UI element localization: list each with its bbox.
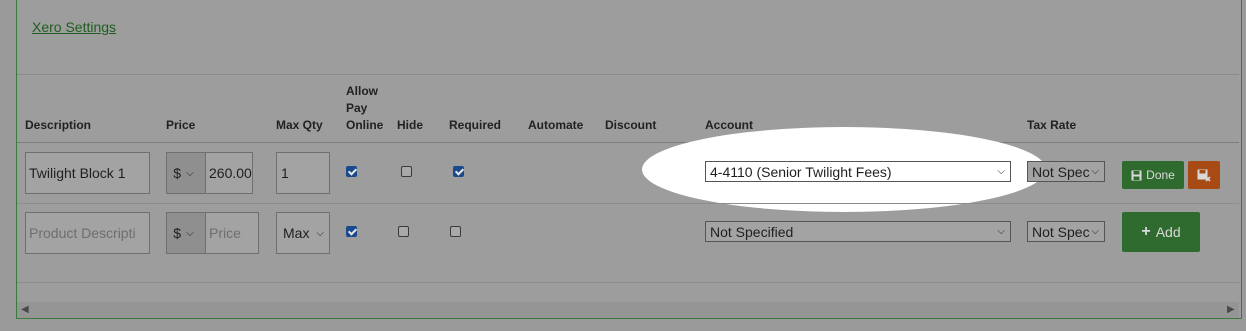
row2-currency-value: $ [173, 225, 182, 241]
header-automate: Automate [528, 118, 584, 132]
footer-divider [17, 282, 1239, 283]
row-divider [17, 203, 1239, 204]
row1-account-select[interactable]: 4-4110 (Senior Twilight Fees) ⌵ [705, 161, 1011, 182]
header-pay-line: Pay [346, 101, 368, 115]
row1-price-value: 260.00 [209, 165, 252, 181]
header-price: Price [166, 118, 196, 132]
row1-max-qty-input[interactable]: 1 [276, 152, 330, 194]
scroll-left-icon[interactable]: ◀ [21, 304, 29, 315]
row2-currency-select[interactable]: $ ⌵ [166, 212, 205, 254]
done-button[interactable]: Done [1122, 161, 1184, 189]
row2-tax-rate-value: Not Spec [1032, 223, 1090, 240]
row2-allow-pay-online-checkbox[interactable] [346, 226, 357, 237]
row1-allow-pay-online-checkbox[interactable] [346, 166, 357, 177]
header-divider [17, 142, 1239, 143]
row2-max-qty-value: Max [283, 225, 310, 241]
row1-account-value: 4-4110 (Senior Twilight Fees) [710, 163, 892, 180]
delete-row-button[interactable] [1188, 161, 1220, 189]
chevron-down-icon: ⌵ [1091, 226, 1099, 237]
chevron-down-icon: ⌵ [1091, 166, 1099, 177]
chevron-down-icon: ⌵ [316, 227, 324, 239]
row2-required-checkbox[interactable] [450, 226, 461, 237]
header-allow-line: Allow [346, 84, 378, 98]
add-label: Add [1155, 224, 1181, 240]
row1-currency-select[interactable]: $ ⌵ [166, 152, 205, 194]
chevron-down-icon: ⌵ [186, 167, 194, 179]
row1-tax-rate-value: Not Spec [1032, 163, 1090, 180]
row2-hide-checkbox[interactable] [398, 226, 409, 237]
row2-max-qty-select[interactable]: Max ⌵ [276, 212, 330, 254]
header-description: Description [25, 118, 92, 132]
done-label: Done [1146, 168, 1175, 182]
horizontal-scrollbar[interactable] [17, 302, 1239, 318]
row1-price-input[interactable]: 260.00 [205, 152, 253, 194]
header-discount: Discount [605, 118, 657, 132]
row2-price-placeholder: Price [209, 225, 241, 241]
header-tax-rate: Tax Rate [1027, 118, 1077, 132]
row1-hide-checkbox[interactable] [401, 166, 412, 177]
header-max-qty: Max Qty [276, 118, 323, 132]
row1-description-input[interactable]: Twilight Block 1 [25, 152, 150, 194]
row2-account-value: Not Specified [710, 223, 794, 240]
chevron-down-icon: ⌵ [997, 166, 1005, 177]
chevron-down-icon: ⌵ [997, 226, 1005, 237]
row1-tax-rate-select[interactable]: Not Spec ⌵ [1027, 161, 1105, 182]
add-button[interactable]: + Add [1122, 212, 1200, 252]
scroll-right-icon[interactable]: ▶ [1227, 304, 1235, 315]
row2-tax-rate-select[interactable]: Not Spec ⌵ [1027, 221, 1105, 242]
row1-required-checkbox[interactable] [453, 166, 464, 177]
row2-account-select[interactable]: Not Specified ⌵ [705, 221, 1011, 242]
row2-price-input[interactable]: Price [205, 212, 259, 254]
row1-description-value: Twilight Block 1 [29, 165, 126, 181]
plus-icon: + [1141, 223, 1151, 240]
row2-description-input[interactable]: Product Descripti [25, 212, 150, 254]
save-remove-icon [1197, 169, 1211, 182]
row1-currency-value: $ [173, 165, 182, 181]
header-allow-pay-online: Allow Pay Online [346, 83, 383, 134]
header-hide: Hide [397, 118, 424, 132]
row2-description-placeholder: Product Descripti [29, 225, 136, 241]
row1-max-qty-value: 1 [281, 165, 289, 181]
save-icon [1131, 170, 1142, 180]
chevron-down-icon: ⌵ [186, 227, 194, 239]
header-required: Required [449, 118, 502, 132]
header-online-line: Online [346, 118, 384, 132]
divider [17, 74, 1239, 75]
xero-settings-link[interactable]: Xero Settings [32, 19, 116, 35]
